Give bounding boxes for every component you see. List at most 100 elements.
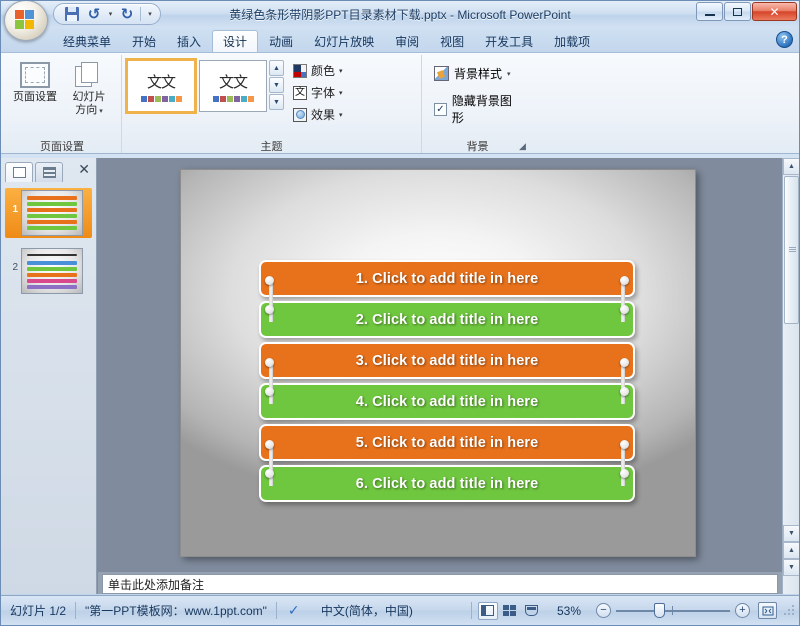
tab-developer[interactable]: 开发工具 xyxy=(475,30,543,52)
qat-divider xyxy=(140,7,141,21)
content-bars: 1. Click to add title in here 2. Click t… xyxy=(259,260,635,506)
theme-options: 颜色 ▾ 文 字体 ▾ 效果 ▾ xyxy=(290,58,346,124)
title-bar-5[interactable]: 5. Click to add title in here xyxy=(259,424,635,461)
ribbon-tab-bar: 经典菜单 开始 插入 设计 动画 幻灯片放映 审阅 视图 开发工具 加载项 ? xyxy=(1,28,799,52)
tab-home[interactable]: 开始 xyxy=(122,30,166,52)
theme-effects-label: 效果 xyxy=(311,108,336,122)
outline-tab[interactable] xyxy=(35,162,63,182)
theme-gallery-scroll: ▲ ▼ ▼ xyxy=(269,58,284,110)
minimize-icon xyxy=(704,13,715,16)
quick-access-toolbar: ↺ ▾ ↻ ▾ xyxy=(53,3,161,25)
scrollbar-thumb[interactable] xyxy=(784,176,799,324)
title-bar-1[interactable]: 1. Click to add title in here xyxy=(259,260,635,297)
group-page-setup: 页面设置 幻灯片 方向 ▾ 页面设置 xyxy=(3,55,121,153)
scroll-down-button[interactable]: ▼ xyxy=(783,525,799,542)
close-button[interactable]: ✕ xyxy=(752,2,797,21)
close-panel-button[interactable]: ✕ xyxy=(78,161,90,178)
background-styles-button[interactable]: 背景样式 ▾ xyxy=(431,64,526,83)
theme-gallery-more-button[interactable]: ▼ xyxy=(269,94,284,110)
restore-button[interactable] xyxy=(724,2,751,21)
hide-background-graphics-checkbox[interactable]: ✓ 隐藏背景图形 xyxy=(431,91,526,127)
slide-sorter-button[interactable] xyxy=(500,602,520,620)
group-label-background: 背景 ◢ xyxy=(427,138,528,153)
theme-thumbnail-1-text: 文文 xyxy=(146,73,176,91)
tab-view[interactable]: 视图 xyxy=(430,30,474,52)
bar-row-2: 2. Click to add title in here xyxy=(259,301,635,341)
chevron-down-icon: ▾ xyxy=(339,67,343,75)
theme-thumbnail-1[interactable]: 文文 xyxy=(125,58,197,114)
zoom-slider-handle[interactable] xyxy=(654,603,665,618)
title-bar-6-text: 6. Click to add title in here xyxy=(355,475,539,492)
bar-row-3: 3. Click to add title in here xyxy=(259,342,635,404)
theme-colors-button[interactable]: 颜色 ▾ xyxy=(290,61,346,80)
slide-orientation-label-2: 方向 xyxy=(75,104,98,116)
group-theme: 文文 文文 ▲ ▼ ▼ 颜色 ▾ 文 字体 ▾ 效果 ▾ 主题 xyxy=(121,55,421,153)
pin-icon xyxy=(265,358,274,367)
office-button[interactable] xyxy=(4,1,48,41)
bar-row-5: 5. Click to add title in here xyxy=(259,424,635,486)
next-slide-button[interactable]: ▼ xyxy=(783,559,799,576)
slide-orientation-button[interactable]: 幻灯片 方向 ▾ xyxy=(62,58,116,118)
title-bar-3[interactable]: 3. Click to add title in here xyxy=(259,342,635,379)
theme-effects-icon xyxy=(293,107,307,122)
previous-slide-button[interactable]: ▲ xyxy=(783,542,799,559)
resize-grip[interactable] xyxy=(783,603,797,618)
background-items: 背景样式 ▾ ✓ 隐藏背景图形 xyxy=(427,58,528,127)
title-bar-2[interactable]: 2. Click to add title in here xyxy=(259,301,635,338)
tab-slideshow[interactable]: 幻灯片放映 xyxy=(304,30,384,52)
tab-addins[interactable]: 加载项 xyxy=(544,30,600,52)
language-indicator[interactable]: 中文(简体，中国) xyxy=(312,600,422,622)
help-button[interactable]: ? xyxy=(776,31,793,48)
bar-row-1: 1. Click to add title in here xyxy=(259,260,635,322)
tab-insert[interactable]: 插入 xyxy=(167,30,211,52)
reading-view-button[interactable] xyxy=(522,602,542,620)
background-dialog-launcher[interactable]: ◢ xyxy=(517,141,528,152)
title-bar-4-text: 4. Click to add title in here xyxy=(355,393,539,410)
theme-scroll-up-button[interactable]: ▲ xyxy=(269,60,284,76)
fit-window-icon xyxy=(758,602,777,619)
title-bar-4[interactable]: 4. Click to add title in here xyxy=(259,383,635,420)
undo-button[interactable]: ↺ xyxy=(84,5,104,24)
title-bar-6[interactable]: 6. Click to add title in here xyxy=(259,465,635,502)
slides-tab[interactable] xyxy=(5,162,33,182)
notes-input[interactable]: 单击此处添加备注 xyxy=(102,574,778,594)
normal-view-button[interactable] xyxy=(477,601,498,620)
page-setup-button[interactable]: 页面设置 xyxy=(8,58,62,104)
spell-check-button[interactable] xyxy=(277,600,312,622)
scroll-up-button[interactable]: ▲ xyxy=(783,158,799,175)
connector-line xyxy=(269,362,273,404)
slide-canvas[interactable]: 1. Click to add title in here 2. Click t… xyxy=(180,169,696,557)
title-bar-3-text: 3. Click to add title in here xyxy=(355,352,539,369)
zoom-level[interactable]: 53% xyxy=(548,600,590,622)
redo-button[interactable]: ↻ xyxy=(117,5,137,24)
tab-classic-menu[interactable]: 经典菜单 xyxy=(53,30,121,52)
chevron-down-icon: ▾ xyxy=(339,111,343,119)
tab-design[interactable]: 设计 xyxy=(212,30,259,52)
theme-name[interactable]: "第一PPT模板网：www.1ppt.com" xyxy=(76,600,276,622)
tab-review[interactable]: 审阅 xyxy=(385,30,429,52)
customize-qat-button[interactable]: ▾ xyxy=(144,5,156,24)
zoom-slider[interactable]: − + xyxy=(590,603,756,618)
fit-to-window-button[interactable] xyxy=(756,600,783,622)
theme-effects-button[interactable]: 效果 ▾ xyxy=(290,105,346,124)
zoom-in-button[interactable]: + xyxy=(735,603,750,618)
zoom-out-button[interactable]: − xyxy=(596,603,611,618)
zoom-track-tick xyxy=(672,606,673,615)
vertical-scrollbar[interactable]: ▲ ▲ ▼ ▼ xyxy=(782,158,799,594)
undo-dropdown-button[interactable]: ▾ xyxy=(106,5,115,24)
theme-scroll-down-button[interactable]: ▼ xyxy=(269,77,284,93)
zoom-track[interactable] xyxy=(616,603,730,618)
slide-thumbnail-2[interactable]: 2 xyxy=(5,246,92,296)
theme-colors-label: 颜色 xyxy=(311,64,336,78)
connector-line xyxy=(269,280,273,322)
tab-animations[interactable]: 动画 xyxy=(259,30,303,52)
slide-thumbnail-1[interactable]: 1 xyxy=(5,188,92,238)
theme-fonts-button[interactable]: 文 字体 ▾ xyxy=(290,83,346,102)
restore-icon xyxy=(733,7,742,16)
theme-thumbnail-2[interactable]: 文文 xyxy=(199,60,267,112)
slide-counter[interactable]: 幻灯片 1/2 xyxy=(1,600,75,622)
theme-colors-icon xyxy=(293,63,307,78)
notes-pane: 单击此处添加备注 xyxy=(98,572,782,594)
save-button[interactable] xyxy=(62,5,82,24)
minimize-button[interactable] xyxy=(696,2,723,21)
